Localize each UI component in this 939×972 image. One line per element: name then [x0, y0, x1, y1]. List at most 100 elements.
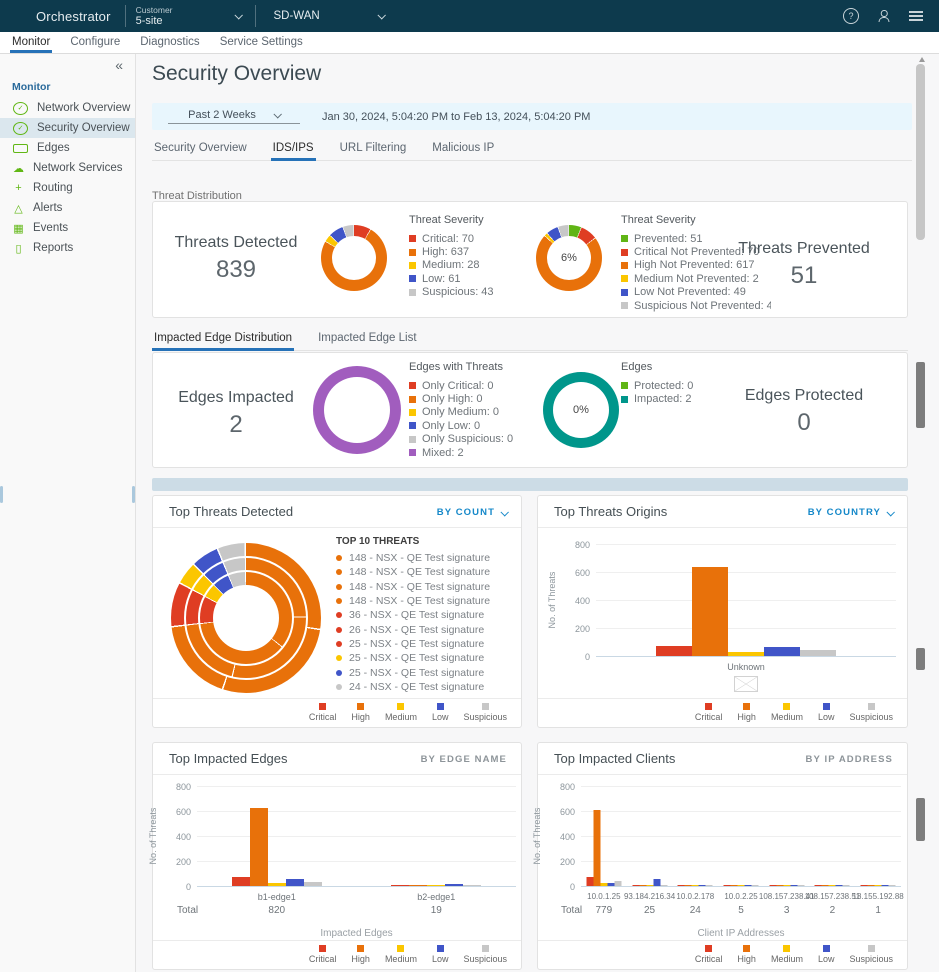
- sidebar-item-routing[interactable]: +Routing: [0, 178, 135, 198]
- y-axis-tick: 0: [165, 882, 191, 892]
- routing-cross-icon: +: [12, 182, 25, 195]
- sidebar-item-events[interactable]: ▦Events: [0, 218, 135, 238]
- panel-resize-handle[interactable]: [0, 486, 3, 503]
- tab-ids-ips[interactable]: IDS/IPS: [271, 138, 316, 160]
- total-value: 779: [596, 905, 613, 916]
- x-category-label: 10.0.2.25: [724, 892, 757, 901]
- sidebar-item-security-overview[interactable]: ✓Security Overview: [0, 118, 135, 138]
- legend-item: Mixed: 2: [409, 446, 513, 459]
- y-axis-tick: 200: [564, 624, 590, 634]
- bar-low: [745, 885, 752, 887]
- report-doc-icon: ▯: [12, 242, 25, 255]
- tab-impacted-edge-distribution[interactable]: Impacted Edge Distribution: [152, 328, 294, 350]
- bar-medium: [692, 885, 699, 887]
- legend-dot: [336, 584, 342, 590]
- scrollbar-up-arrow[interactable]: [919, 57, 925, 62]
- y-axis-tick: 200: [549, 857, 575, 867]
- bar-high: [639, 885, 646, 887]
- top10-threat-item: 24 - NSX - QE Test signature: [336, 680, 490, 694]
- legend-item: Only Suspicious: 0: [409, 433, 513, 446]
- threats-prevented-label: Threats Prevented: [724, 240, 884, 258]
- edges-protected-value: 0: [724, 409, 884, 437]
- scrollbar-thumb[interactable]: [916, 362, 925, 428]
- scrollbar-thumb[interactable]: [916, 648, 925, 670]
- edges-with-threats-donut: [313, 366, 401, 454]
- tab-malicious-ip[interactable]: Malicious IP: [430, 138, 496, 160]
- sidebar-item-network-overview[interactable]: ✓Network Overview: [0, 98, 135, 118]
- x-axis-label: Client IP Addresses: [697, 928, 784, 939]
- x-category-label: b2-edge1: [417, 892, 455, 902]
- legend-swatch: [621, 249, 628, 256]
- user-icon[interactable]: [878, 10, 890, 22]
- bar-group: [632, 786, 667, 886]
- top10-threat-item: 36 - NSX - QE Test signature: [336, 608, 490, 622]
- legend-title: Threat Severity: [621, 214, 771, 226]
- bar-medium: [268, 883, 286, 886]
- tab-url-filtering[interactable]: URL Filtering: [338, 138, 409, 160]
- impacted-edges-bar-chart: 8006004002000No. of Threatsb1-edge1820b2…: [153, 743, 521, 969]
- sidebar-item-alerts[interactable]: △Alerts: [0, 198, 135, 218]
- total-row-label: Total: [177, 905, 198, 916]
- threats-prevented-value: 51: [724, 262, 884, 290]
- sidebar-collapse-icon[interactable]: «: [115, 57, 123, 73]
- nav-tab-service-settings[interactable]: Service Settings: [218, 33, 305, 52]
- severity-legend-item: High: [737, 945, 756, 964]
- tab-security-overview[interactable]: Security Overview: [152, 138, 249, 160]
- help-icon[interactable]: ?: [843, 8, 859, 24]
- scrollbar-thumb[interactable]: [916, 64, 925, 240]
- panel-resize-handle[interactable]: [132, 486, 135, 503]
- impacted-clients-bar-chart: 8006004002000No. of Threats10.0.1.257799…: [538, 743, 907, 969]
- bar-suspicious: [614, 881, 621, 886]
- bar-suspicious: [660, 885, 667, 887]
- total-value: 1: [875, 905, 881, 916]
- bar-group: [391, 786, 481, 886]
- y-axis-label: No. of Threats: [148, 808, 158, 865]
- bar-suspicious: [889, 885, 896, 887]
- bar-low: [882, 885, 889, 887]
- sidebar-item-reports[interactable]: ▯Reports: [0, 238, 135, 258]
- top10-threat-item: 26 - NSX - QE Test signature: [336, 622, 490, 636]
- gridline: [596, 656, 896, 657]
- total-value: 5: [738, 905, 744, 916]
- bar-suspicious: [797, 885, 804, 887]
- y-axis-tick: 400: [549, 832, 575, 842]
- legend-swatch: [783, 703, 790, 710]
- collapsed-section-header[interactable]: [152, 478, 908, 491]
- date-range-dropdown[interactable]: Past 2 Weeks: [168, 109, 300, 124]
- x-category-label: Unknown: [727, 662, 765, 672]
- legend-item: Only High: 0: [409, 392, 513, 405]
- nav-tab-monitor[interactable]: Monitor: [10, 33, 52, 52]
- bar-high: [250, 808, 268, 886]
- severity-legend-item: High: [351, 945, 370, 964]
- gridline: [197, 886, 516, 887]
- product-selector[interactable]: SD-WAN: [256, 10, 398, 22]
- severity-legend: CriticalHighMediumLowSuspicious: [309, 945, 507, 964]
- bar-group: [724, 786, 759, 886]
- bar-low: [790, 885, 797, 887]
- customer-selector[interactable]: Customer 5-site: [126, 6, 255, 27]
- sidebar-item-label: Network Overview: [37, 102, 130, 114]
- nav-tab-diagnostics[interactable]: Diagnostics: [138, 33, 201, 52]
- edges-impacted-value: 2: [161, 411, 311, 439]
- bar-low: [764, 647, 800, 656]
- sidebar-item-network-services[interactable]: ☁Network Services: [0, 158, 135, 178]
- bar-high: [868, 885, 875, 887]
- legend-dot: [336, 655, 342, 661]
- severity-legend-item: Medium: [385, 703, 417, 722]
- scrollbar-thumb[interactable]: [916, 798, 925, 841]
- legend-swatch: [705, 945, 712, 952]
- by-count-dropdown[interactable]: BY COUNT: [437, 507, 507, 518]
- legend-swatch: [319, 703, 326, 710]
- bar-low: [445, 884, 463, 886]
- threats-prevented-stat: Threats Prevented 51: [724, 240, 884, 290]
- y-axis-tick: 400: [564, 596, 590, 606]
- legend-item: Only Critical: 0: [409, 379, 513, 392]
- chevron-down-icon: [234, 11, 242, 19]
- sidebar-item-edges[interactable]: Edges: [0, 138, 135, 158]
- tab-impacted-edge-list[interactable]: Impacted Edge List: [316, 328, 418, 350]
- menu-icon[interactable]: [909, 11, 923, 21]
- legend-swatch: [319, 945, 326, 952]
- customer-label: Customer: [136, 6, 173, 15]
- nav-tab-configure[interactable]: Configure: [68, 33, 122, 52]
- calendar-icon: ▦: [12, 222, 25, 235]
